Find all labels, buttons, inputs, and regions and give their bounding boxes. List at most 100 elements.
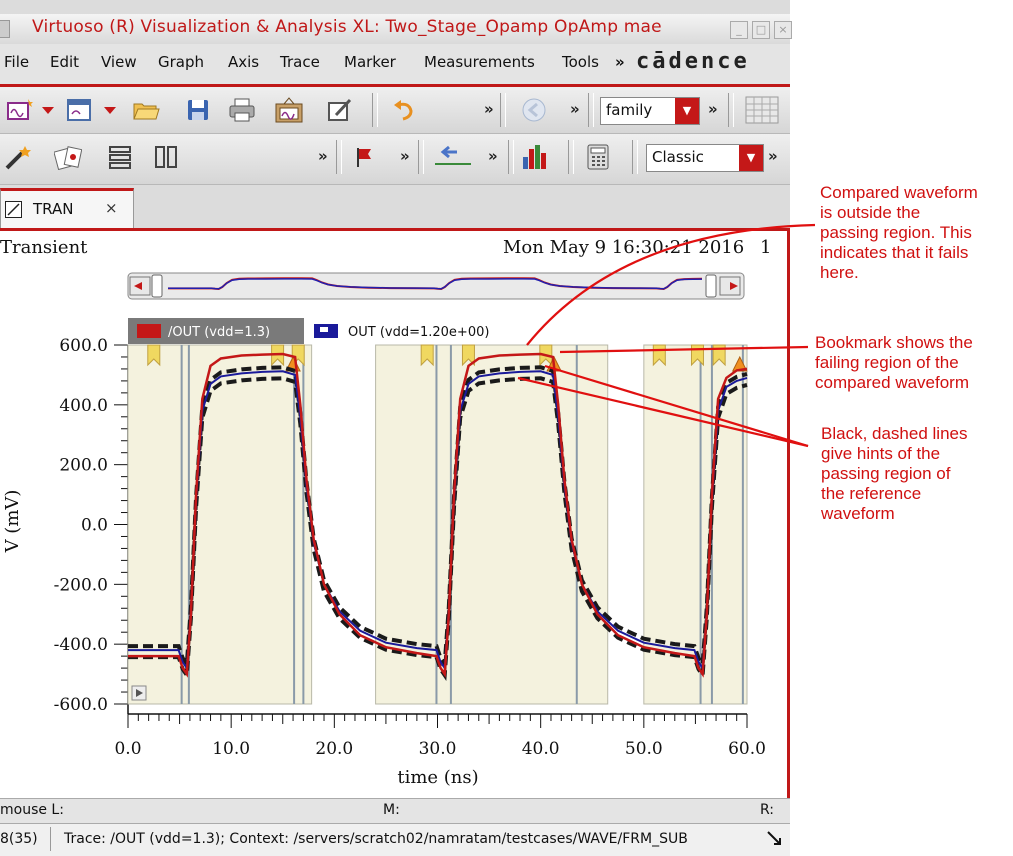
cadence-logo: cādence <box>636 49 750 74</box>
toolbar-separator <box>728 93 734 127</box>
status-message: Trace: /OUT (vdd=1.3); Context: /servers… <box>64 831 688 847</box>
dropdown-arrow-icon[interactable] <box>38 96 58 124</box>
legend-label[interactable]: OUT (vdd=1.20e+00) <box>348 325 489 340</box>
style-combo[interactable]: Classic ▼ <box>646 144 764 172</box>
menu-more-chevron[interactable]: » <box>615 53 625 71</box>
menu-trace[interactable]: Trace <box>280 53 320 71</box>
menu-measurements[interactable]: Measurements <box>424 53 535 71</box>
back-arrow-icon[interactable] <box>520 96 548 124</box>
toolbar-main: » » family ▼ » <box>0 87 790 134</box>
close-tab-icon[interactable]: × <box>105 199 118 217</box>
resize-grip-icon[interactable] <box>766 830 784 852</box>
y-tick-label: -200.0 <box>54 575 108 595</box>
menu-graph[interactable]: Graph <box>158 53 204 71</box>
legend[interactable]: /OUT (vdd=1.3) OUT (vdd=1.20e+00) <box>128 318 489 344</box>
x-tick-label: 60.0 <box>728 739 766 759</box>
menu-bar: File Edit View Graph Axis Trace Marker M… <box>0 44 790 87</box>
overview-strip[interactable] <box>127 272 745 300</box>
mouse-l-label: mouse L: <box>0 802 64 818</box>
toolbar-more-chevron[interactable]: » <box>768 147 778 165</box>
x-tick-label: 10.0 <box>212 739 250 759</box>
annotation-failing-waveform: Compared waveform is outside the passing r… <box>820 183 978 282</box>
legend-label[interactable]: /OUT (vdd=1.3) <box>168 325 270 340</box>
graph-tab-icon <box>5 201 22 218</box>
tab-label: TRAN <box>33 200 74 218</box>
histogram-icon[interactable] <box>520 143 552 171</box>
menu-file[interactable]: File <box>4 53 29 71</box>
toolbar-more-chevron[interactable]: » <box>400 147 410 165</box>
plot-area[interactable]: Transient Mon May 9 16:30:21 2016 1 /OUT… <box>0 228 790 799</box>
tab-bar: TRAN × <box>0 188 790 229</box>
toolbar-separator <box>508 140 514 174</box>
style-combo-value: Classic <box>652 148 704 166</box>
tab-tran[interactable]: TRAN × <box>0 188 134 229</box>
combo-dropdown-icon[interactable]: ▼ <box>739 145 763 171</box>
toolbar-separator <box>588 93 594 127</box>
waveform-plot[interactable]: Transient Mon May 9 16:30:21 2016 1 /OUT… <box>0 231 787 799</box>
save-icon[interactable] <box>184 96 212 124</box>
plot-timestamp: Mon May 9 16:30:21 2016 <box>503 237 744 258</box>
y-tick-label: 0.0 <box>81 516 108 536</box>
wand-icon[interactable] <box>4 143 32 171</box>
edit-icon[interactable] <box>326 96 354 124</box>
page-number: 1 <box>760 237 771 258</box>
grid-toggle-icon[interactable] <box>742 96 782 124</box>
x-tick-label: 0.0 <box>114 739 141 759</box>
cards-icon[interactable] <box>54 143 82 171</box>
snapshot-icon[interactable] <box>272 96 306 124</box>
toolbar-secondary: » » » Classic ▼ » <box>0 134 790 185</box>
minimize-button[interactable]: _ <box>730 21 748 39</box>
menu-tools[interactable]: Tools <box>562 53 599 71</box>
mouse-m-label: M: <box>383 802 400 818</box>
combo-dropdown-icon[interactable]: ▼ <box>675 98 699 124</box>
toolbar-more-chevron[interactable]: » <box>708 100 718 118</box>
menu-axis[interactable]: Axis <box>228 53 259 71</box>
x-tick-label: 30.0 <box>419 739 457 759</box>
mouse-status-bar: mouse L: M: R: <box>0 798 790 823</box>
y-axis-label: V (mV) <box>2 490 23 554</box>
x-axis-label: time (ns) <box>397 767 478 788</box>
open-folder-icon[interactable] <box>132 96 160 124</box>
print-icon[interactable] <box>228 96 256 124</box>
x-tick-label: 40.0 <box>522 739 560 759</box>
status-counter: 8(35) <box>0 831 38 847</box>
bookmark-flag-icon[interactable] <box>350 143 378 171</box>
toolbar-separator <box>632 140 638 174</box>
y-tick-label: 600.0 <box>59 336 108 356</box>
y-tick-label: -600.0 <box>54 695 108 715</box>
dropdown-arrow-icon[interactable] <box>100 96 120 124</box>
toolbar-separator <box>568 140 574 174</box>
toolbar-more-chevron[interactable]: » <box>318 147 328 165</box>
y-tick-label: 400.0 <box>59 396 108 416</box>
toolbar-separator <box>372 93 378 127</box>
window-menu-icon[interactable] <box>0 20 10 38</box>
y-tick-label: -400.0 <box>54 635 108 655</box>
x-tick-label: 50.0 <box>625 739 663 759</box>
y-tick-label: 200.0 <box>59 456 108 476</box>
new-window-icon[interactable] <box>6 96 34 124</box>
calculator-icon[interactable] <box>584 143 612 171</box>
maximize-button[interactable]: □ <box>752 21 770 39</box>
stack-rows-icon[interactable] <box>106 143 134 171</box>
toolbar-more-chevron[interactable]: » <box>484 100 494 118</box>
menu-view[interactable]: View <box>101 53 137 71</box>
title-bar[interactable]: Virtuoso (R) Visualization & Analysis XL… <box>0 14 792 45</box>
new-subwindow-icon[interactable] <box>66 96 94 124</box>
toolbar-separator <box>418 140 424 174</box>
menu-marker[interactable]: Marker <box>344 53 396 71</box>
close-window-button[interactable]: × <box>774 21 792 39</box>
menu-edit[interactable]: Edit <box>50 53 79 71</box>
toolbar-separator <box>500 93 506 127</box>
annotation-dashed-lines: Black, dashed lines give hints of the pass… <box>821 424 968 523</box>
family-combo[interactable]: family ▼ <box>600 97 700 125</box>
undo-icon[interactable] <box>390 96 418 124</box>
family-combo-value: family <box>606 101 653 119</box>
marker-arrow-icon[interactable] <box>430 143 476 171</box>
toolbar-more-chevron[interactable]: » <box>570 100 580 118</box>
toolbar-separator <box>336 140 342 174</box>
analysis-title: Transient <box>0 237 88 258</box>
application-window: Virtuoso (R) Visualization & Analysis XL… <box>0 0 792 856</box>
toolbar-more-chevron[interactable]: » <box>488 147 498 165</box>
stack-columns-icon[interactable] <box>152 143 180 171</box>
x-tick-label: 20.0 <box>315 739 353 759</box>
